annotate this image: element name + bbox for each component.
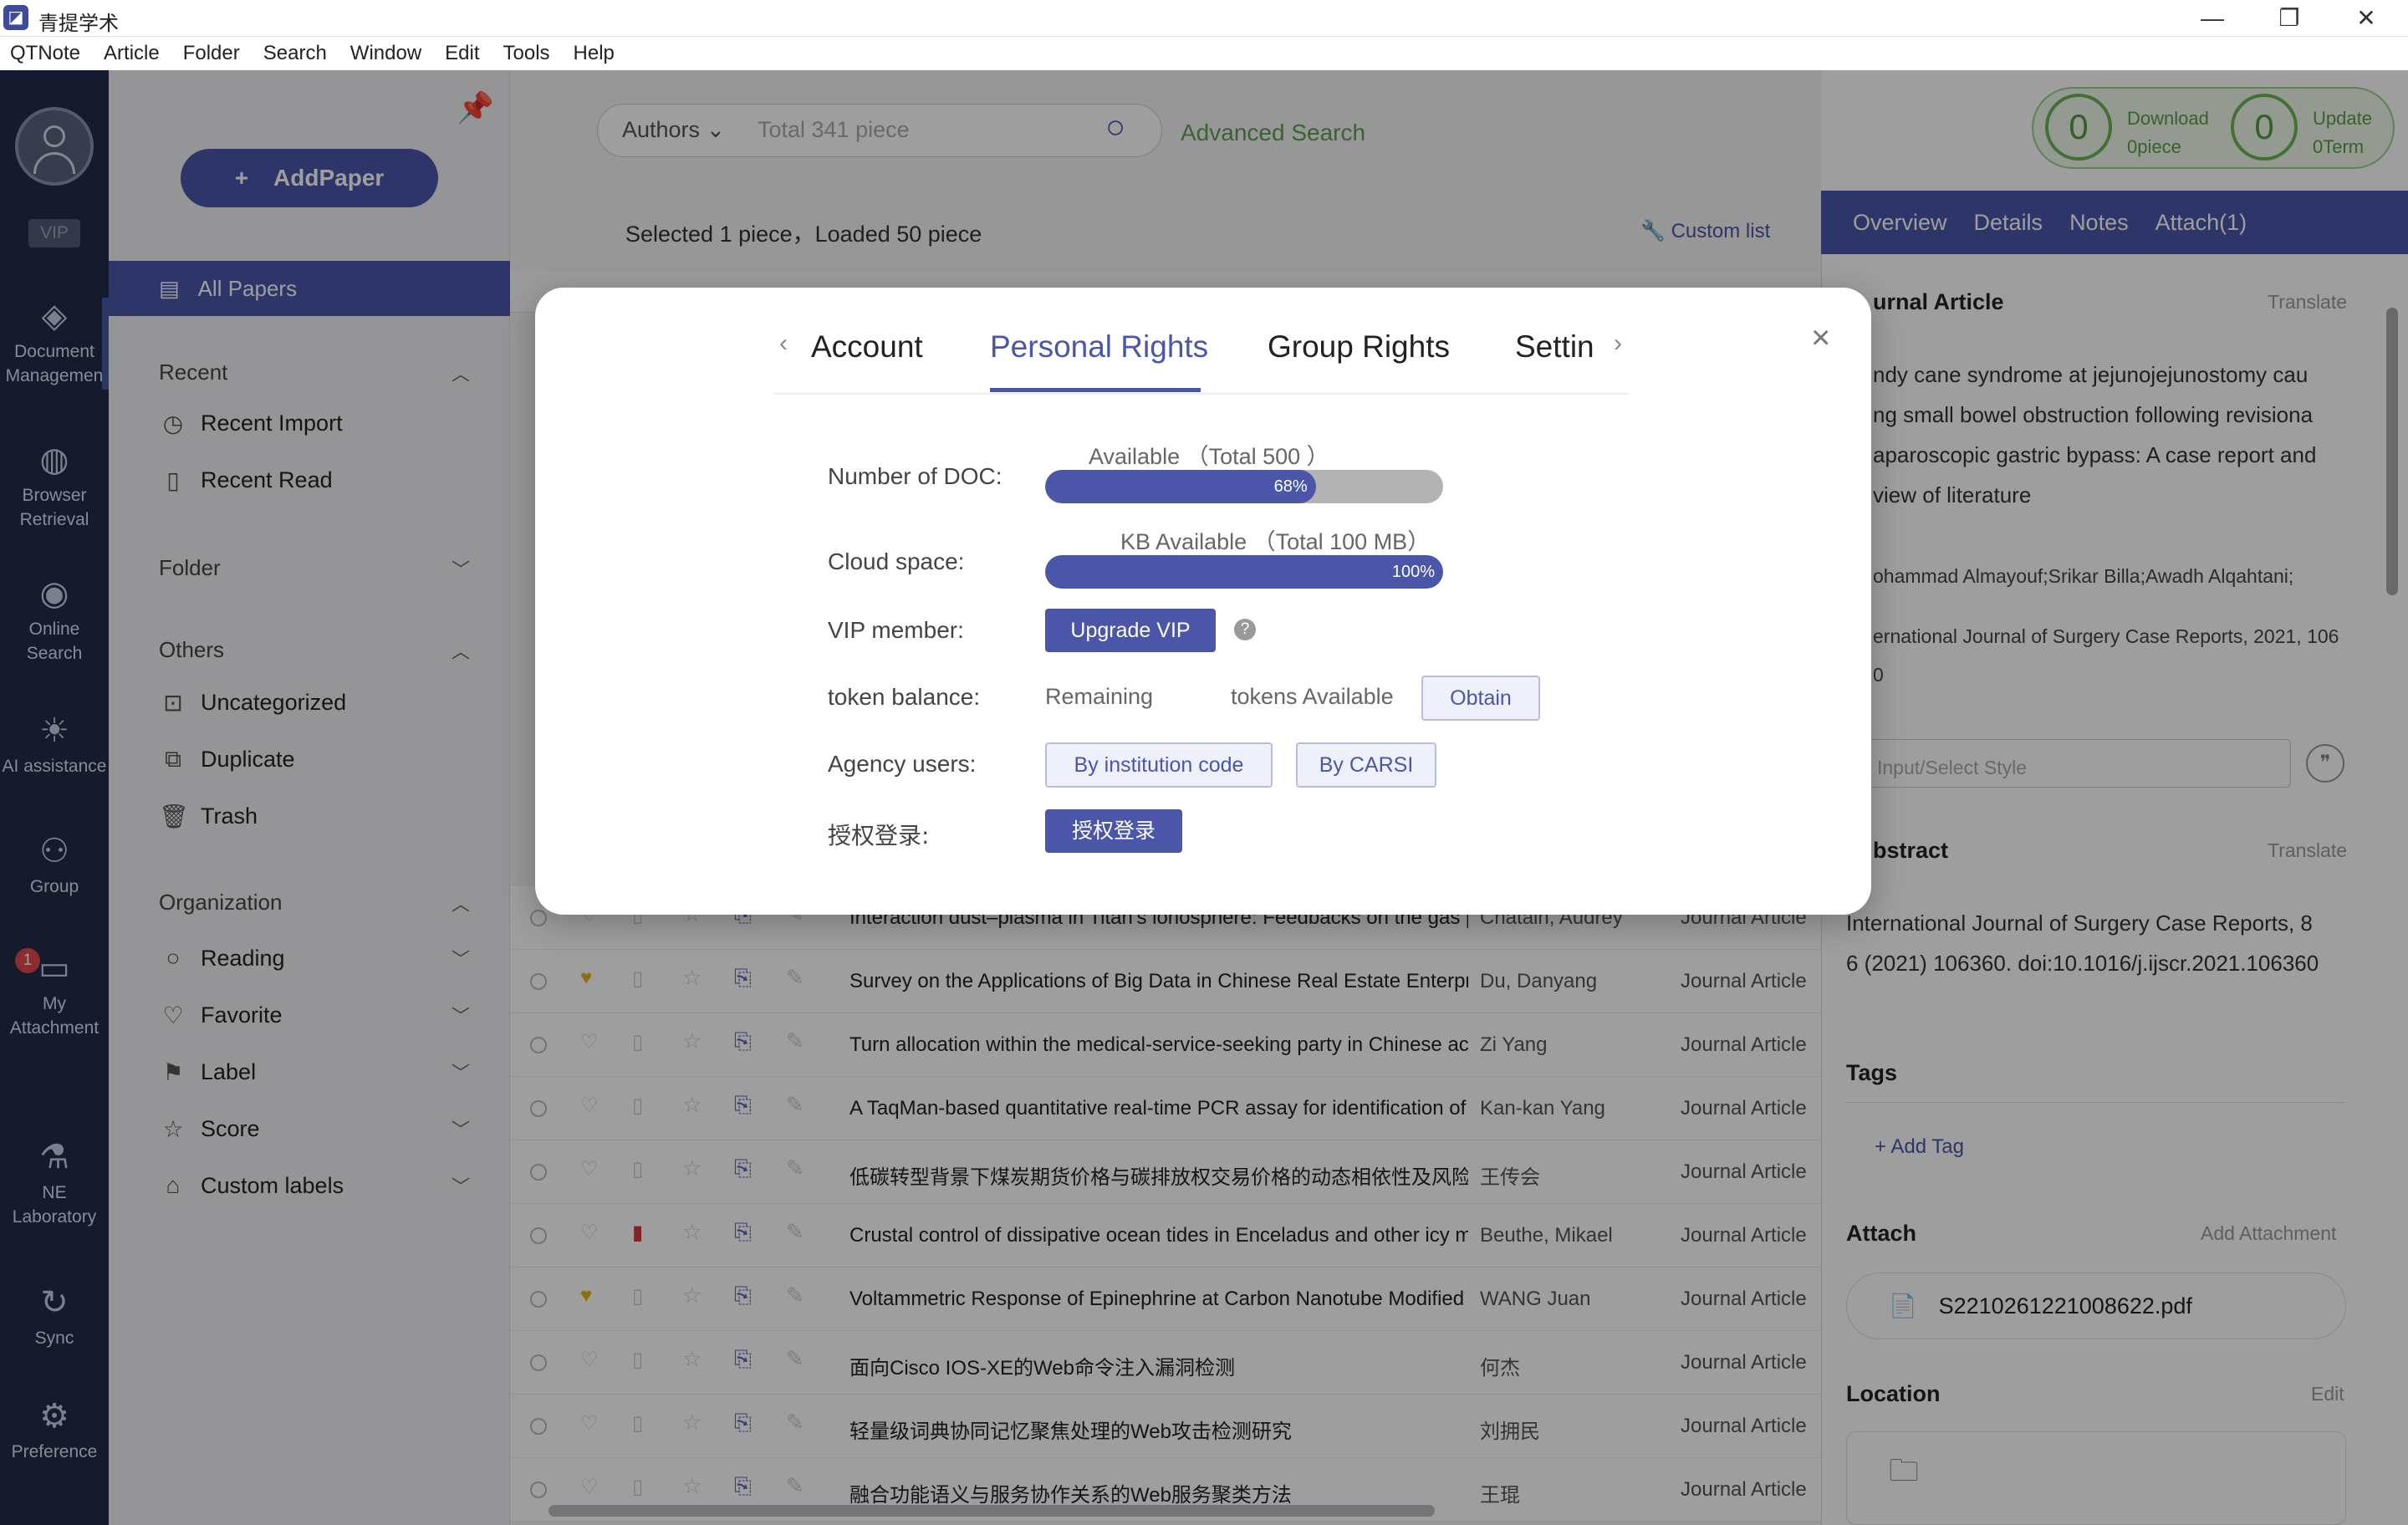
auth-login-button[interactable]: 授权登录 [1045, 809, 1182, 853]
menu-tools[interactable]: Tools [503, 42, 550, 65]
doc-usage-fill: 68% [1045, 470, 1316, 503]
help-icon[interactable]: ? [1234, 619, 1256, 640]
token-label: token balance: [828, 684, 981, 710]
auth-login-label: 授权登录: [828, 822, 930, 849]
agency-label: Agency users: [828, 751, 977, 777]
chevron-left-icon[interactable]: ‹ [779, 329, 788, 358]
app-logo-icon: ◪ [3, 5, 28, 30]
doc-label: Number of DOC: [828, 463, 1002, 489]
maximize-button[interactable]: ❐ [2251, 0, 2328, 37]
title-bar: ◪ 青提学术 — ❐ ✕ [0, 0, 2408, 37]
chevron-right-icon[interactable]: › [1614, 329, 1622, 358]
menu-window[interactable]: Window [350, 42, 421, 65]
institution-code-button[interactable]: By institution code [1045, 742, 1273, 788]
app-window: ◪ 青提学术 — ❐ ✕ QTNote Article Folder Searc… [0, 0, 2408, 1525]
menu-search[interactable]: Search [263, 42, 327, 65]
menu-qtnote[interactable]: QTNote [10, 42, 80, 65]
tab-settings[interactable]: Settin [1515, 329, 1594, 365]
cloud-label: Cloud space: [828, 548, 965, 574]
close-icon[interactable]: × [1811, 319, 1830, 357]
cloud-usage-fill: 100% [1045, 555, 1443, 589]
cloud-usage-bar: 100% [1045, 555, 1443, 589]
vip-label: VIP member: [828, 617, 964, 643]
close-window-button[interactable]: ✕ [2328, 0, 2405, 37]
menu-folder[interactable]: Folder [183, 42, 240, 65]
app-title: 青提学术 [38, 12, 119, 35]
menu-bar: QTNote Article Folder Search Window Edit… [0, 37, 2408, 70]
menu-edit[interactable]: Edit [445, 42, 479, 65]
active-tab-underline [990, 388, 1201, 392]
carsi-button[interactable]: By CARSI [1296, 742, 1436, 788]
upgrade-vip-button[interactable]: Upgrade VIP [1045, 609, 1216, 652]
token-available: tokens Available [1231, 684, 1394, 709]
tab-personal-rights[interactable]: Personal Rights [990, 329, 1208, 365]
minimize-button[interactable]: — [2174, 0, 2251, 37]
token-remaining: Remaining [1045, 684, 1154, 709]
tab-account[interactable]: Account [811, 329, 923, 365]
doc-available-note: Available （Total 500 ） [1089, 444, 1329, 469]
dialog-tabs: Account Personal Rights Group Rights Set… [774, 318, 1629, 395]
menu-help[interactable]: Help [574, 42, 615, 65]
obtain-button[interactable]: Obtain [1421, 676, 1540, 721]
cloud-available-note: KB Available （Total 100 MB） [1120, 529, 1431, 554]
doc-usage-bar: 68% [1045, 470, 1443, 503]
menu-article[interactable]: Article [104, 42, 160, 65]
tab-group-rights[interactable]: Group Rights [1268, 329, 1450, 365]
